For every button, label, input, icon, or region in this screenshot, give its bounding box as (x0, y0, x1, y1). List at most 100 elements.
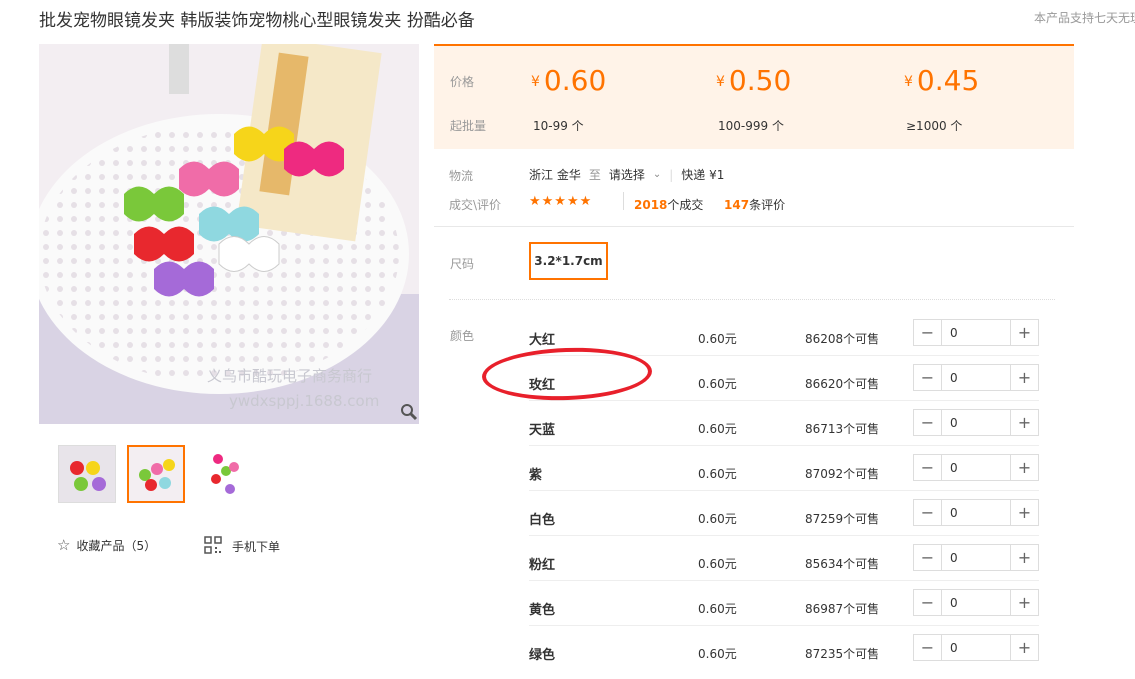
price-label: 价格 (450, 75, 475, 89)
color-stock: 87259个可售 (805, 512, 880, 526)
logistics-label: 物流 (449, 169, 474, 183)
decrement-button[interactable]: − (914, 590, 942, 615)
quantity-stepper: −0 + (913, 454, 1039, 481)
thumbnail-3[interactable] (196, 445, 254, 503)
star-outline-icon: ☆ (57, 536, 71, 554)
color-stock: 86713个可售 (805, 422, 880, 436)
divider (623, 192, 624, 210)
color-price: 0.60元 (698, 332, 737, 346)
range-tier-2: 100-999 个 (718, 119, 784, 133)
quantity-stepper: −0 + (913, 499, 1039, 526)
section-divider (434, 226, 1074, 227)
shipping-method: 快递 ¥1 (681, 168, 725, 182)
color-row: 绿色 0.60元 87235个可售 −0 + (529, 634, 1039, 679)
mobile-order-button[interactable]: 手机下单 (204, 536, 280, 557)
quantity-input[interactable]: 0 (942, 365, 1010, 390)
row-divider (529, 580, 1039, 581)
currency-symbol: ¥ (716, 74, 725, 90)
size-divider (449, 299, 1055, 300)
range-tier-3: ≥1000 个 (906, 119, 963, 133)
increment-button[interactable]: + (1010, 320, 1038, 345)
rating-stars: ★★★★★ (529, 194, 593, 209)
decrement-button[interactable]: − (914, 365, 942, 390)
origin: 浙江 金华 (529, 168, 581, 182)
main-product-image[interactable]: 义乌市酷玩电子商务商行 ywdxsppj.1688.com (39, 44, 419, 424)
quantity-stepper: −0 + (913, 364, 1039, 391)
logistics-info: 浙江 金华 至 请选择 ⌄ | 快递 ¥1 (529, 166, 725, 183)
increment-button[interactable]: + (1010, 635, 1038, 660)
color-stock: 87092个可售 (805, 467, 880, 481)
decrement-button[interactable]: − (914, 500, 942, 525)
chevron-down-icon: ⌄ (652, 169, 662, 180)
color-stock: 86987个可售 (805, 602, 880, 616)
size-option-selected[interactable]: 3.2*1.7cm (529, 242, 608, 280)
price-tier-2: ¥0.50 (716, 64, 792, 97)
reviews-count[interactable]: 147条评价 (724, 196, 785, 213)
color-row: 紫 0.60元 87092个可售 −0 + (529, 454, 1039, 499)
color-name: 黄色 (529, 603, 556, 618)
mobile-order-label: 手机下单 (232, 540, 281, 554)
destination-select[interactable]: 请选择 ⌄ (609, 166, 661, 183)
color-price: 0.60元 (698, 422, 737, 436)
deals-count[interactable]: 2018个成交 (634, 196, 703, 213)
color-price: 0.60元 (698, 602, 737, 616)
increment-button[interactable]: + (1010, 545, 1038, 570)
decrement-button[interactable]: − (914, 320, 942, 345)
color-price: 0.60元 (698, 557, 737, 571)
price-tier-1: ¥0.60 (531, 64, 607, 97)
quantity-input[interactable]: 0 (942, 635, 1010, 660)
row-divider (529, 490, 1039, 491)
color-price: 0.60元 (698, 647, 737, 661)
quantity-input[interactable]: 0 (942, 455, 1010, 480)
color-stock: 86208个可售 (805, 332, 880, 346)
quantity-input[interactable]: 0 (942, 320, 1010, 345)
increment-button[interactable]: + (1010, 365, 1038, 390)
row-divider (529, 400, 1039, 401)
color-name: 大红 (529, 333, 556, 348)
quantity-input[interactable]: 0 (942, 500, 1010, 525)
quantity-stepper: −0 + (913, 319, 1039, 346)
qrcode-icon (204, 536, 222, 557)
increment-button[interactable]: + (1010, 590, 1038, 615)
price-tier-3: ¥0.45 (904, 64, 980, 97)
color-price: 0.60元 (698, 467, 737, 481)
decrement-button[interactable]: − (914, 410, 942, 435)
favorite-button[interactable]: ☆ 收藏产品（5） (57, 536, 156, 554)
decrement-button[interactable]: − (914, 455, 942, 480)
thumbnail-2[interactable] (127, 445, 185, 503)
color-row: 黄色 0.60元 86987个可售 −0 + (529, 589, 1039, 634)
quantity-input[interactable]: 0 (942, 545, 1010, 570)
quantity-stepper: −0 + (913, 544, 1039, 571)
watermark-line2: ywdxsppj.1688.com (229, 392, 379, 410)
size-label: 尺码 (450, 257, 475, 271)
row-divider (529, 625, 1039, 626)
thumbnail-1[interactable] (58, 445, 116, 503)
color-price: 0.60元 (698, 377, 737, 391)
quantity-stepper: −0 + (913, 634, 1039, 661)
increment-button[interactable]: + (1010, 455, 1038, 480)
color-name: 粉红 (529, 558, 556, 573)
decrement-button[interactable]: − (914, 545, 942, 570)
to-label: 至 (588, 168, 601, 182)
product-title: 批发宠物眼镜发夹 韩版装饰宠物桃心型眼镜发夹 扮酷必备 (39, 11, 475, 31)
color-name: 紫 (529, 468, 543, 483)
service-note: 本产品支持七天无理 (1034, 11, 1135, 25)
color-row: 天蓝 0.60元 86713个可售 −0 + (529, 409, 1039, 454)
zoom-icon[interactable] (400, 403, 418, 421)
color-stock: 87235个可售 (805, 647, 880, 661)
quantity-stepper: −0 + (913, 589, 1039, 616)
quantity-stepper: −0 + (913, 409, 1039, 436)
quantity-input[interactable]: 0 (942, 590, 1010, 615)
increment-button[interactable]: + (1010, 500, 1038, 525)
increment-button[interactable]: + (1010, 410, 1038, 435)
color-label: 颜色 (450, 329, 475, 343)
color-name: 绿色 (529, 648, 556, 663)
row-divider (529, 535, 1039, 536)
color-name: 白色 (529, 513, 556, 528)
quantity-input[interactable]: 0 (942, 410, 1010, 435)
decrement-button[interactable]: − (914, 635, 942, 660)
row-divider (529, 445, 1039, 446)
color-name: 天蓝 (529, 423, 556, 438)
color-stock: 86620个可售 (805, 377, 880, 391)
currency-symbol: ¥ (904, 74, 913, 90)
